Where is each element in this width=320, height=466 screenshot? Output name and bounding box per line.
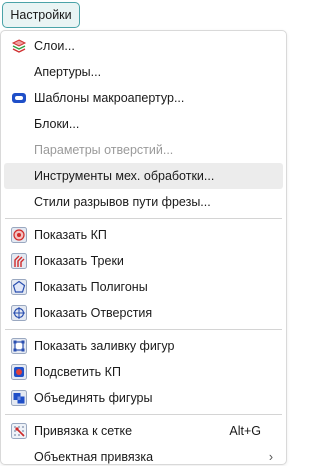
menu-item-object-snap[interactable]: Объектная привязка › (4, 444, 283, 466)
menu-item-label: Объектная привязка (34, 450, 154, 464)
menu-item-label: Инструменты мех. обработки... (34, 169, 215, 183)
macro-aperture-icon (4, 90, 34, 106)
app-page: Настройки Слои... Апертуры... Шаблоны ма… (0, 0, 289, 466)
menu-item-label: Показать Треки (34, 254, 124, 268)
settings-menu-button[interactable]: Настройки (2, 2, 80, 28)
layers-icon (4, 38, 34, 54)
menu-item-label: Подсветить КП (34, 365, 121, 379)
menu-item-merge-shapes[interactable]: Объединять фигуры (4, 385, 283, 411)
menu-item-macro-apertures[interactable]: Шаблоны макроапертур... (4, 85, 283, 111)
menu-item-label: Объединять фигуры (34, 391, 153, 405)
menu-item-label: Показать Полигоны (34, 280, 148, 294)
menu-item-label: Слои... (34, 39, 75, 53)
menu-item-label: Показать заливку фигур (34, 339, 175, 353)
highlight-pads-icon (4, 364, 34, 380)
menu-item-layers[interactable]: Слои... (4, 33, 283, 59)
menu-item-label: Шаблоны макроапертур... (34, 91, 185, 105)
menu-item-label: Блоки... (34, 117, 80, 131)
menu-item-blocks[interactable]: Блоки... (4, 111, 283, 137)
menu-separator (5, 414, 282, 415)
menu-item-show-pads[interactable]: Показать КП (4, 222, 283, 248)
menu-separator (5, 329, 282, 330)
menu-item-show-polygons[interactable]: Показать Полигоны (4, 274, 283, 300)
shortcut-label: Alt+G (229, 424, 261, 438)
menu-item-label: Привязка к сетке (34, 424, 133, 438)
snap-grid-icon (4, 423, 34, 439)
menu-item-machining-tools[interactable]: Инструменты мех. обработки... (4, 163, 283, 189)
menu-item-label: Параметры отверстий... (34, 143, 174, 157)
menu-item-show-tracks[interactable]: Показать Треки (4, 248, 283, 274)
show-holes-icon (4, 305, 34, 321)
submenu-arrow-icon: › (268, 450, 273, 464)
menu-item-snap-grid[interactable]: Привязка к сетке Alt+G (4, 418, 283, 444)
show-tracks-icon (4, 253, 34, 269)
fill-shapes-icon (4, 338, 34, 354)
menu-item-apertures[interactable]: Апертуры... (4, 59, 283, 85)
menu-item-show-holes[interactable]: Показать Отверстия (4, 300, 283, 326)
merge-shapes-icon (4, 390, 34, 406)
settings-dropdown-menu: Слои... Апертуры... Шаблоны макроапертур… (0, 30, 287, 465)
menu-item-label: Показать КП (34, 228, 107, 242)
menu-item-mill-break-styles[interactable]: Стили разрывов пути фрезы... (4, 189, 283, 215)
menu-item-label: Апертуры... (34, 65, 102, 79)
menu-item-label: Показать Отверстия (34, 306, 153, 320)
show-polygons-icon (4, 279, 34, 295)
menu-separator (5, 218, 282, 219)
menu-item-label: Стили разрывов пути фрезы... (34, 195, 211, 209)
show-pads-icon (4, 227, 34, 243)
menu-item-hole-params: Параметры отверстий... (4, 137, 283, 163)
menu-item-highlight-pads[interactable]: Подсветить КП (4, 359, 283, 385)
menu-item-fill-shapes[interactable]: Показать заливку фигур (4, 333, 283, 359)
